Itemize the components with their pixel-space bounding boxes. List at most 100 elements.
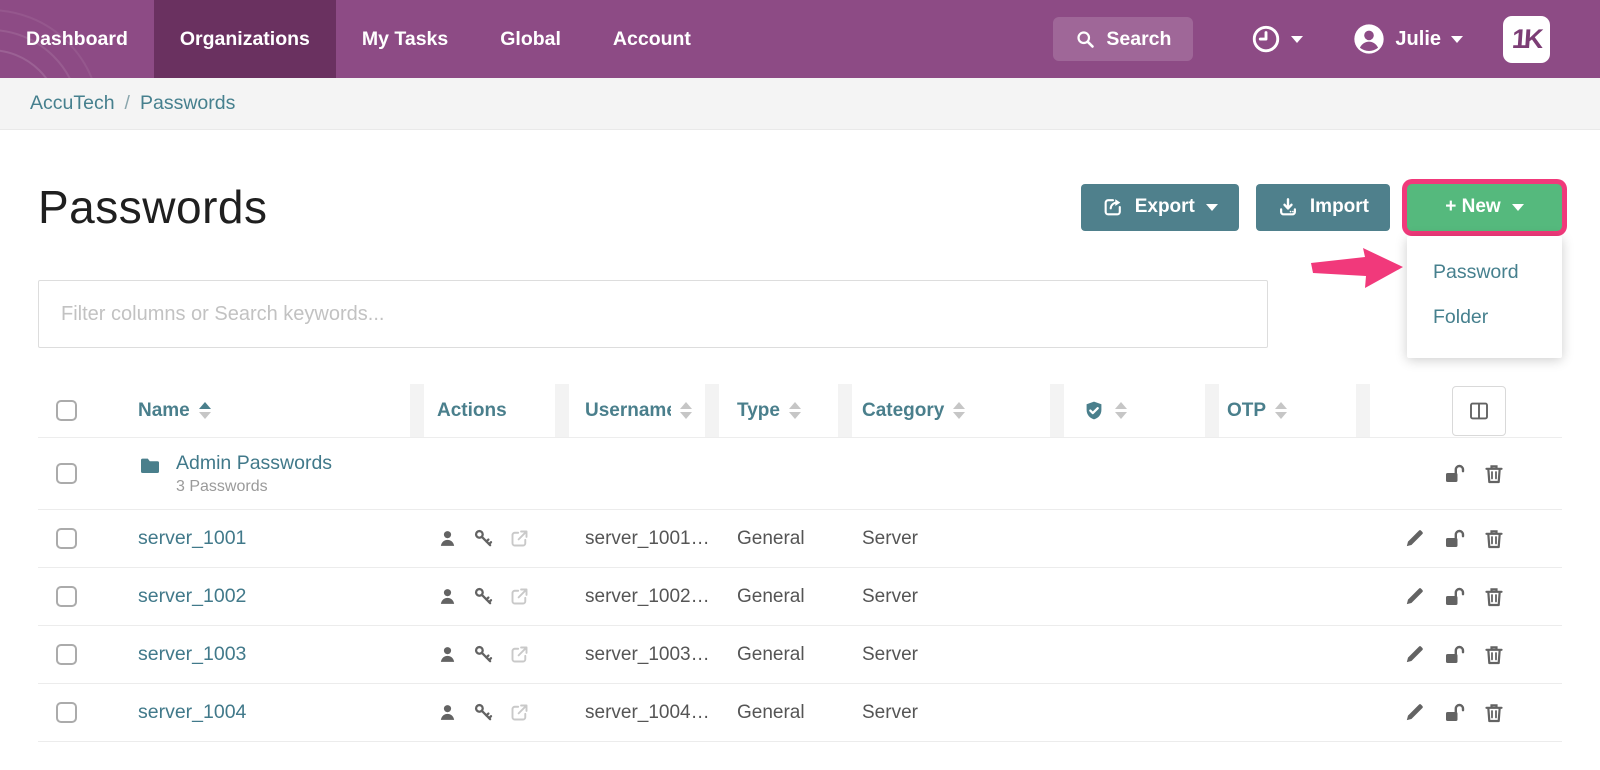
username-cell: server_1003… — [569, 644, 705, 666]
table-row-folder: Admin Passwords 3 Passwords — [38, 438, 1562, 510]
delete-icon[interactable] — [1482, 585, 1506, 609]
name-cell: server_1002 — [115, 585, 410, 608]
row-checkbox[interactable] — [56, 586, 77, 607]
sort-icon[interactable] — [680, 402, 692, 419]
name-cell: server_1004 — [115, 701, 410, 724]
password-link[interactable]: server_1001 — [138, 527, 246, 550]
edit-icon[interactable] — [1403, 585, 1426, 608]
password-link[interactable]: server_1004 — [138, 701, 246, 724]
nav-item-dashboard[interactable]: Dashboard — [0, 0, 154, 78]
column-separator — [705, 384, 719, 437]
export-button-label: Export — [1135, 196, 1195, 218]
password-link[interactable]: server_1003 — [138, 643, 246, 666]
nav-item-my-tasks[interactable]: My Tasks — [336, 0, 474, 78]
row-checkbox[interactable] — [56, 528, 77, 549]
breadcrumb-org[interactable]: AccuTech — [30, 92, 115, 115]
actions-cell — [424, 644, 555, 665]
unlock-icon[interactable] — [1442, 462, 1466, 486]
toolbar: Export Import + New Password Folder — [1081, 184, 1562, 231]
external-link-icon[interactable] — [509, 644, 530, 665]
key-action-icon[interactable] — [473, 702, 494, 723]
username-cell: server_1004… — [569, 702, 705, 724]
history-menu[interactable] — [1251, 24, 1303, 54]
search-icon — [1075, 29, 1096, 50]
row-actions-cell — [1370, 701, 1562, 725]
breadcrumb-separator: / — [125, 92, 130, 115]
unlock-icon[interactable] — [1442, 701, 1466, 725]
page-title: Passwords — [38, 180, 267, 234]
search-button[interactable]: Search — [1053, 17, 1193, 61]
row-checkbox[interactable] — [56, 702, 77, 723]
select-all-checkbox[interactable] — [56, 400, 77, 421]
edit-icon[interactable] — [1403, 527, 1426, 550]
sort-icon[interactable] — [1115, 402, 1127, 419]
filter-input[interactable] — [38, 280, 1268, 348]
person-action-icon[interactable] — [437, 644, 458, 665]
folder-link[interactable]: Admin Passwords — [176, 452, 332, 475]
import-button-label: Import — [1310, 196, 1369, 218]
category-cell: Server — [852, 702, 1050, 724]
row-actions-cell — [1370, 643, 1562, 667]
delete-icon[interactable] — [1482, 462, 1506, 486]
header-name[interactable]: Name — [115, 384, 410, 437]
external-link-icon[interactable] — [509, 528, 530, 549]
type-cell: General — [719, 528, 838, 550]
menu-item-folder[interactable]: Folder — [1407, 295, 1562, 340]
breadcrumb: AccuTech / Passwords — [0, 78, 1600, 130]
person-action-icon[interactable] — [437, 528, 458, 549]
sort-icon[interactable] — [1275, 402, 1287, 419]
sort-icon[interactable] — [953, 402, 965, 419]
username-cell: server_1001… — [569, 528, 705, 550]
header-security[interactable] — [1064, 384, 1205, 437]
delete-icon[interactable] — [1482, 527, 1506, 551]
unlock-icon[interactable] — [1442, 585, 1466, 609]
table-row-password: server_1004 server_1004… General Server — [38, 684, 1562, 742]
app-logo[interactable]: 1K — [1503, 16, 1550, 63]
key-action-icon[interactable] — [473, 528, 494, 549]
sort-icon[interactable] — [199, 402, 211, 419]
header-actions-label: Actions — [437, 400, 507, 422]
row-checkbox[interactable] — [56, 463, 77, 484]
new-dropdown-menu: Password Folder — [1407, 236, 1562, 358]
header-type[interactable]: Type — [719, 384, 838, 437]
header-category[interactable]: Category — [852, 384, 1050, 437]
header-username[interactable]: Username — [569, 384, 705, 437]
delete-icon[interactable] — [1482, 643, 1506, 667]
edit-icon[interactable] — [1403, 643, 1426, 666]
nav-item-account[interactable]: Account — [587, 0, 717, 78]
key-action-icon[interactable] — [473, 586, 494, 607]
name-cell: server_1001 — [115, 527, 410, 550]
nav-item-global[interactable]: Global — [474, 0, 587, 78]
new-button-label: + New — [1445, 196, 1500, 218]
breadcrumb-page[interactable]: Passwords — [140, 92, 235, 115]
nav-right: Search Julie 1K — [1053, 0, 1600, 78]
type-cell: General — [719, 644, 838, 666]
row-actions-cell — [1370, 527, 1562, 551]
unlock-icon[interactable] — [1442, 643, 1466, 667]
key-action-icon[interactable] — [473, 644, 494, 665]
edit-icon[interactable] — [1403, 701, 1426, 724]
menu-item-password[interactable]: Password — [1407, 250, 1562, 295]
export-button[interactable]: Export — [1081, 184, 1239, 231]
user-menu[interactable]: Julie — [1353, 23, 1463, 55]
new-button[interactable]: + New — [1407, 184, 1562, 231]
external-link-icon[interactable] — [509, 702, 530, 723]
app-logo-text: 1K — [1511, 24, 1542, 55]
header-otp[interactable]: OTP — [1219, 384, 1356, 437]
row-checkbox[interactable] — [56, 644, 77, 665]
password-link[interactable]: server_1002 — [138, 585, 246, 608]
external-link-icon[interactable] — [509, 586, 530, 607]
sort-icon[interactable] — [789, 402, 801, 419]
folder-name-cell: Admin Passwords 3 Passwords — [115, 452, 410, 496]
person-action-icon[interactable] — [437, 586, 458, 607]
row-select-cell — [38, 702, 115, 723]
import-button[interactable]: Import — [1256, 184, 1390, 231]
unlock-icon[interactable] — [1442, 527, 1466, 551]
delete-icon[interactable] — [1482, 701, 1506, 725]
column-chooser-button[interactable] — [1452, 386, 1506, 436]
folder-icon — [138, 454, 162, 478]
search-button-label: Search — [1106, 28, 1171, 51]
nav-item-organizations[interactable]: Organizations — [154, 0, 336, 78]
header-name-label: Name — [138, 400, 190, 422]
person-action-icon[interactable] — [437, 702, 458, 723]
